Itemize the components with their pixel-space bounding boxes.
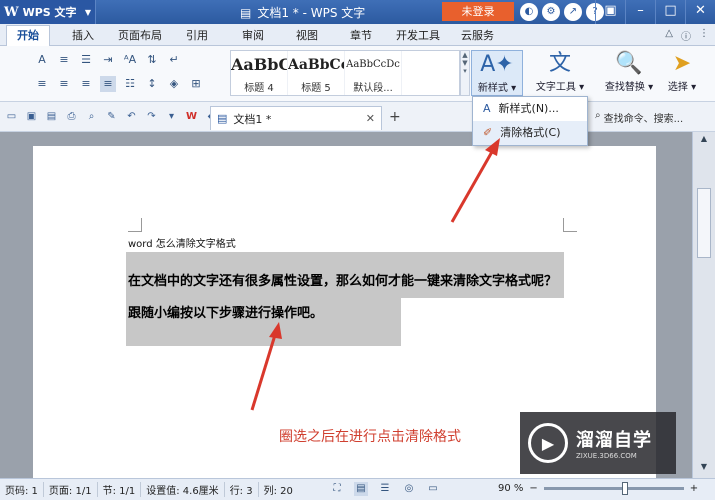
arrow-to-clear-format [450, 149, 495, 223]
arrowhead [269, 322, 282, 339]
arrowhead [485, 138, 500, 156]
annotation-arrows [250, 138, 500, 411]
arrow-to-selection [250, 334, 277, 411]
